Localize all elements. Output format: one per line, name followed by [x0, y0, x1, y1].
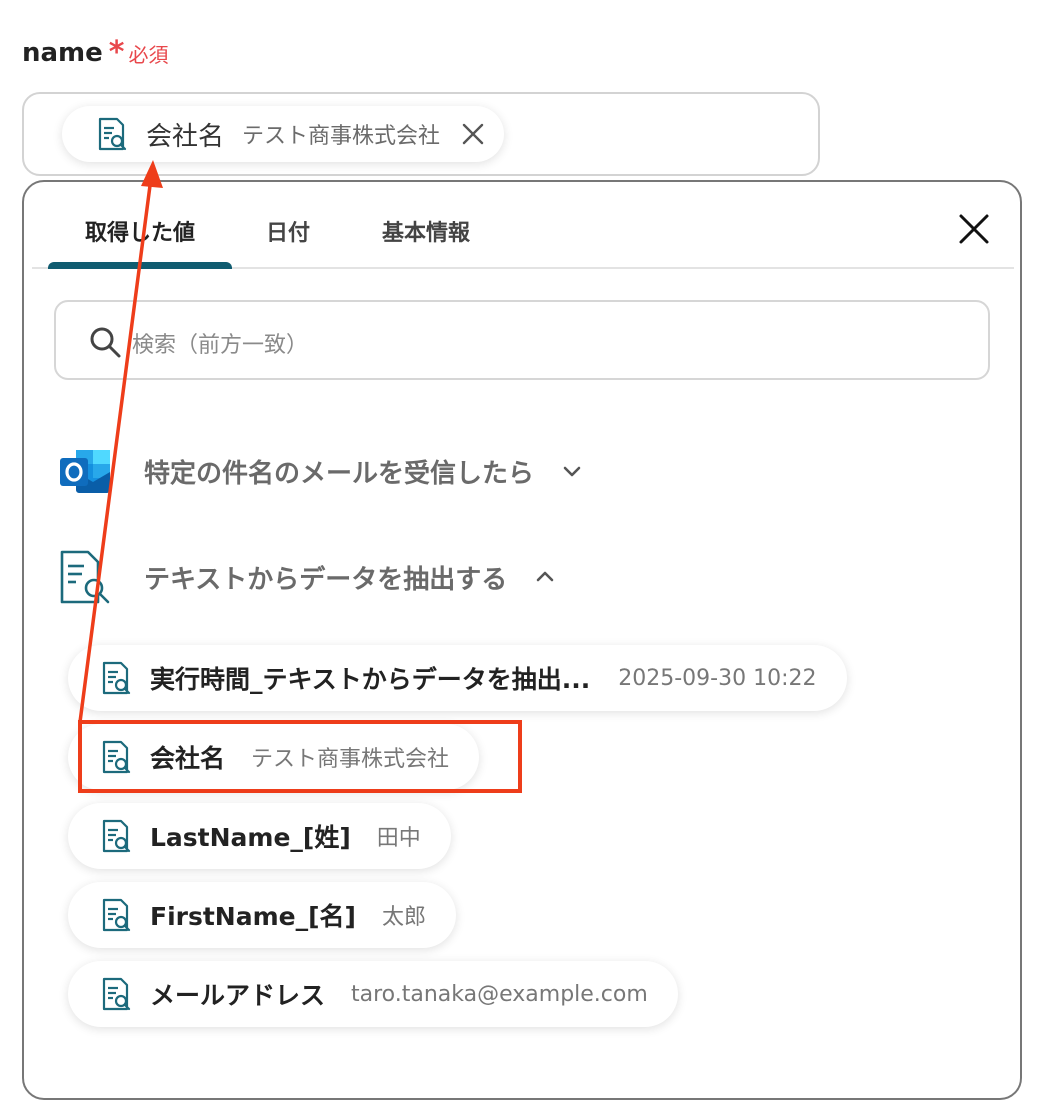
outlook-icon: [60, 450, 110, 493]
document-search-icon: [102, 898, 131, 932]
document-search-icon: [60, 550, 110, 604]
tab-acquired-values[interactable]: 取得した値: [48, 195, 232, 269]
document-search-icon: [102, 819, 131, 853]
group-outlook-trigger[interactable]: 特定の件名のメールを受信したら: [58, 444, 584, 498]
highlight-box: [78, 720, 522, 793]
group-label: 特定の件名のメールを受信したら: [144, 458, 535, 489]
chevron-up-icon[interactable]: [533, 565, 557, 589]
required-text: 必須: [128, 42, 169, 67]
list-item[interactable]: 実行時間_テキストからデータを抽出... 2025-09-30 10:22: [68, 645, 847, 711]
search-placeholder: 検索（前方一致）: [132, 333, 309, 358]
group-label: テキストからデータを抽出する: [144, 564, 508, 595]
tab-bar: 取得した値 日付 基本情報: [32, 195, 1014, 269]
field-name: name: [22, 38, 103, 68]
item-name: 実行時間_テキストからデータを抽出...: [150, 665, 591, 694]
chip-name: 会社名: [146, 121, 225, 152]
close-icon[interactable]: [955, 210, 993, 248]
item-name: LastName_[姓]: [150, 823, 351, 852]
item-value: 田中: [376, 826, 421, 851]
list-item[interactable]: LastName_[姓] 田中: [68, 803, 451, 869]
search-icon: [90, 327, 121, 358]
document-search-icon: [98, 117, 127, 151]
selected-value-chip[interactable]: 会社名 テスト商事株式会社: [62, 106, 505, 162]
tab-date[interactable]: 日付: [238, 195, 338, 267]
item-value: 太郎: [381, 905, 426, 930]
chip-value: テスト商事株式会社: [242, 124, 441, 149]
item-value: taro.tanaka@example.com: [351, 981, 648, 1007]
group-text-extraction[interactable]: テキストからデータを抽出する: [58, 550, 557, 604]
list-item[interactable]: メールアドレス taro.tanaka@example.com: [68, 961, 678, 1027]
item-value: 2025-09-30 10:22: [618, 665, 817, 691]
list-item[interactable]: FirstName_[名] 太郎: [68, 882, 456, 948]
document-search-icon: [102, 661, 131, 695]
tab-basic-info[interactable]: 基本情報: [358, 195, 494, 267]
field-label: name * 必須: [22, 35, 169, 70]
required-star: *: [108, 35, 125, 70]
document-search-icon: [102, 977, 131, 1011]
chevron-down-icon[interactable]: [560, 459, 584, 483]
close-icon[interactable]: [460, 121, 486, 147]
item-name: FirstName_[名]: [150, 902, 356, 931]
item-name: メールアドレス: [150, 981, 326, 1010]
